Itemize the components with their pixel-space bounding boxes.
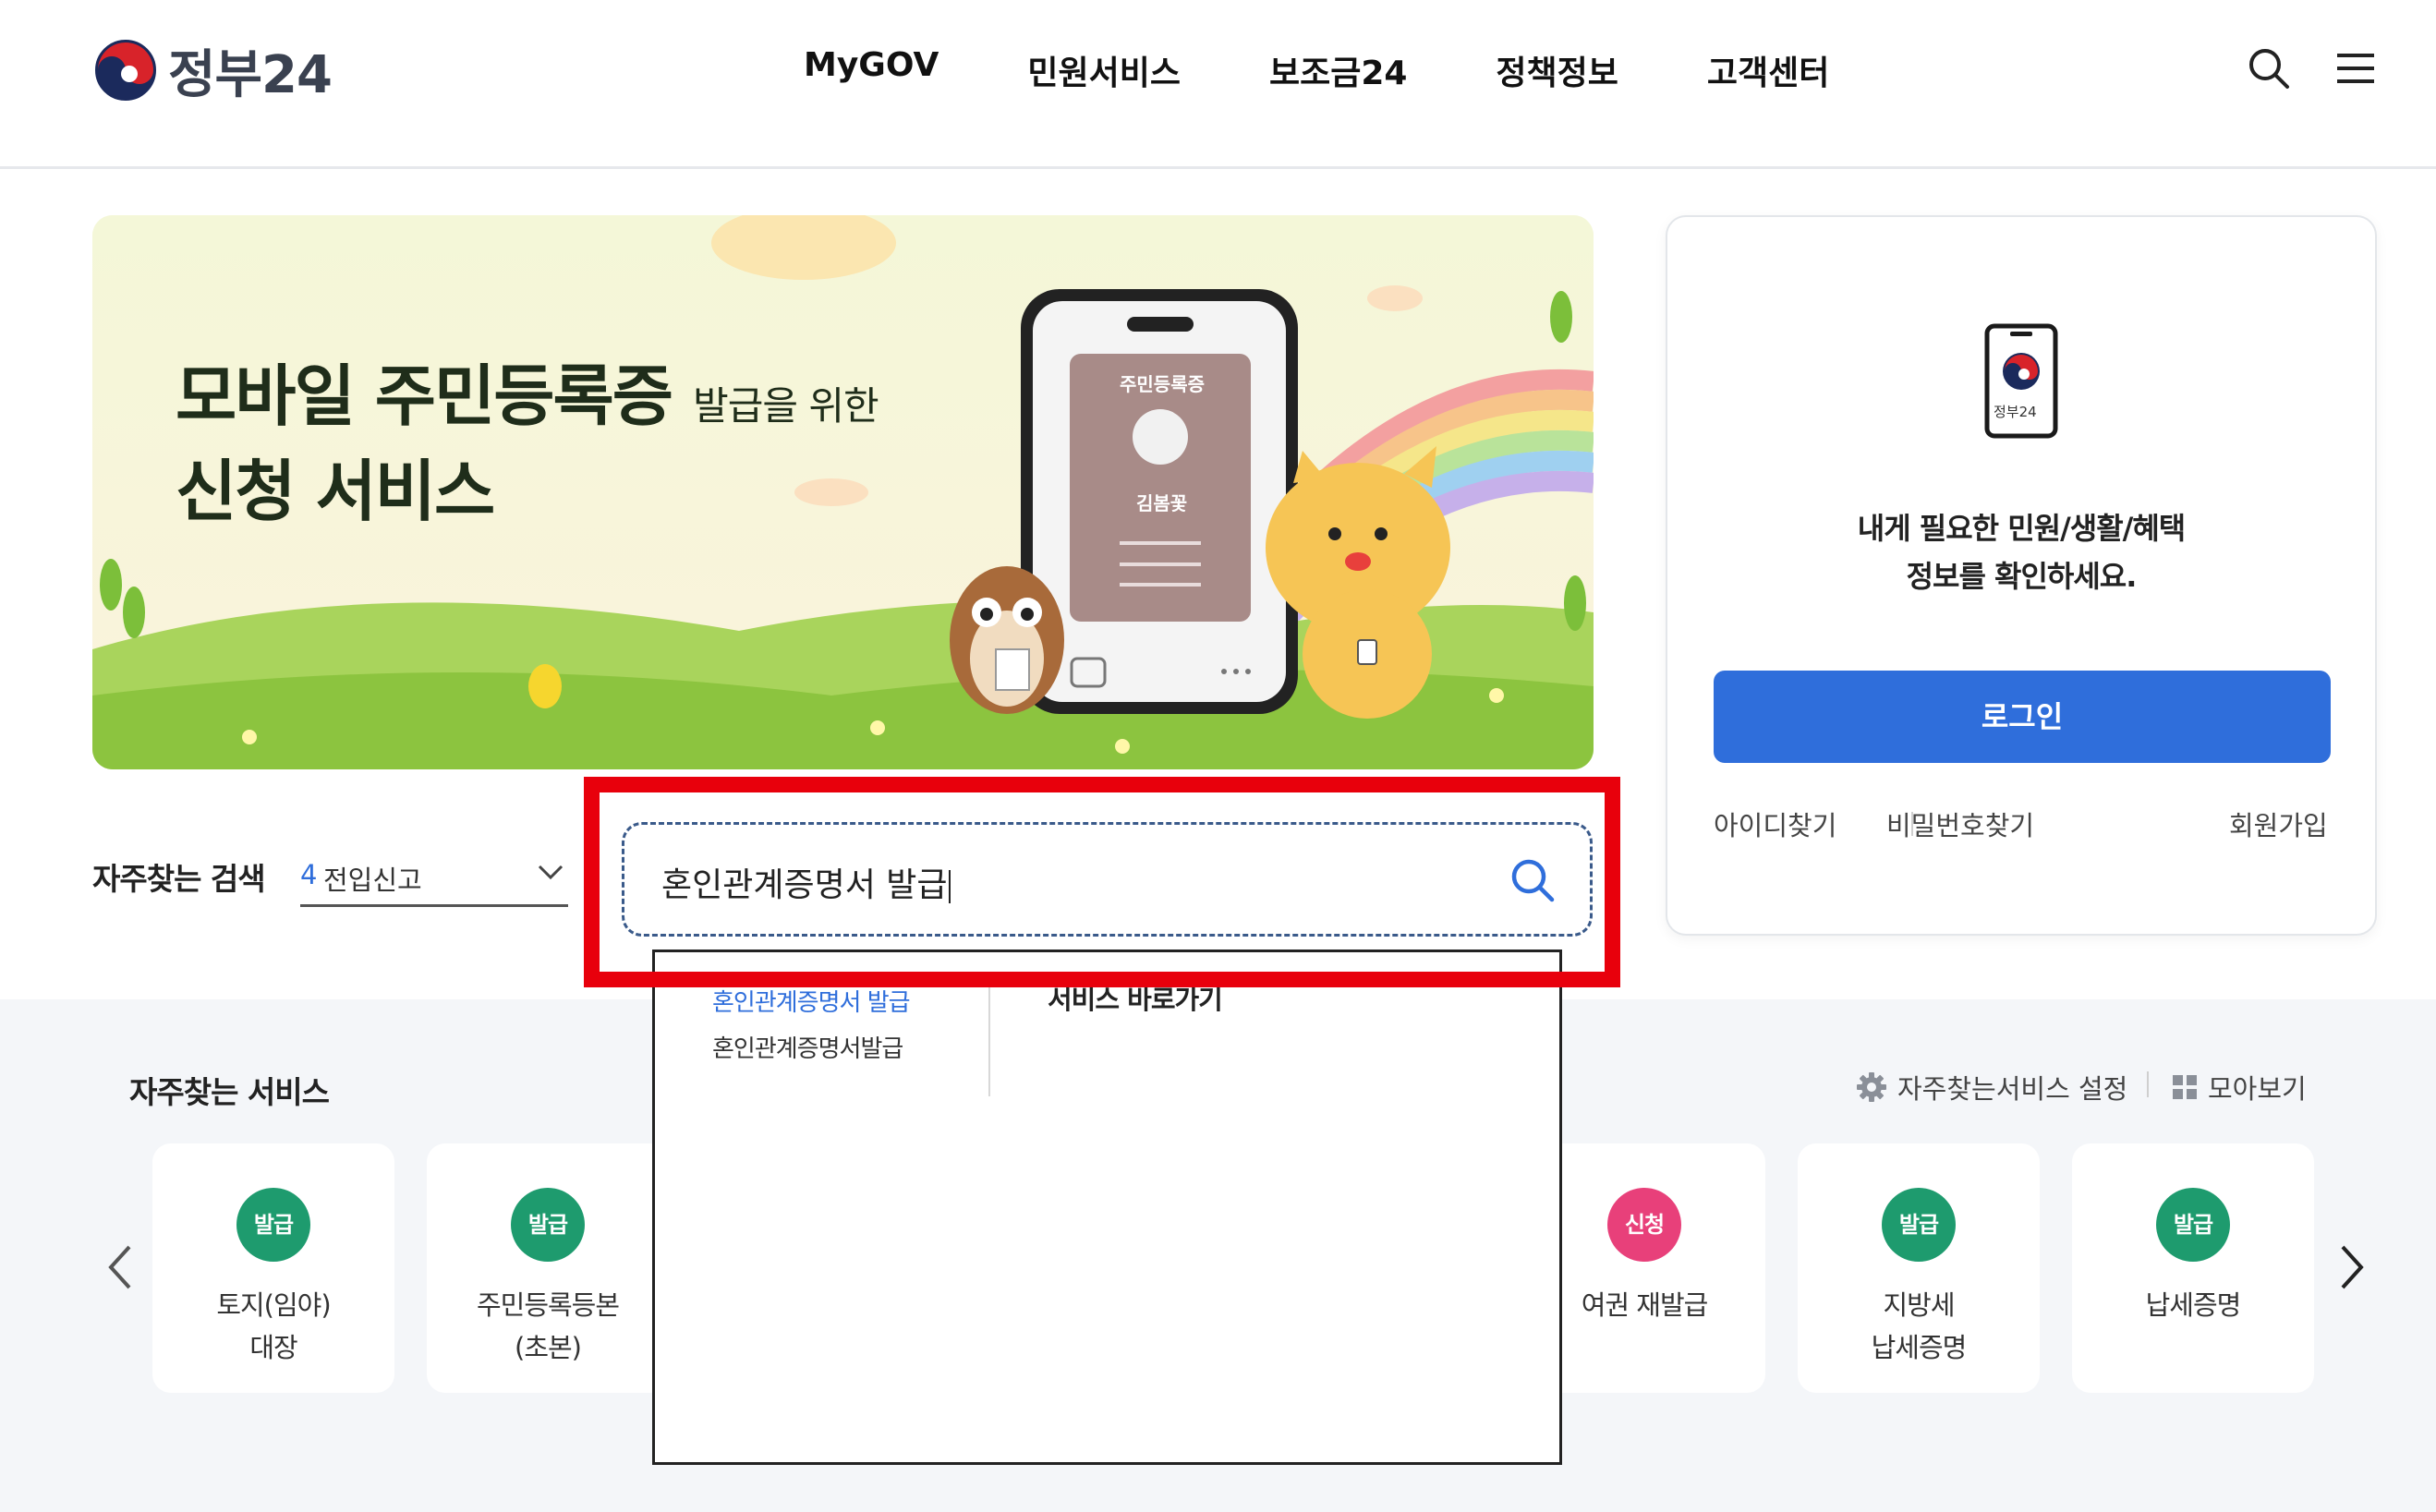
carousel-prev-arrow-icon[interactable]	[102, 1240, 139, 1295]
login-links: 아이디찾기 비밀번호찾기 회원가입	[1714, 804, 2331, 851]
nav-subsidy24[interactable]: 보조금24	[1269, 46, 1407, 94]
login-button[interactable]: 로그인	[1714, 671, 2331, 763]
services-link-divider	[2147, 1071, 2149, 1097]
autocomplete-suggestion[interactable]: 혼인관계증명서발급	[712, 1030, 903, 1064]
service-name: 토지(임야) 대장	[152, 1284, 394, 1369]
service-name-line2: 대장	[249, 1332, 297, 1363]
gear-icon	[1857, 1072, 1886, 1102]
service-name-line1: 여권 재발급	[1581, 1289, 1709, 1321]
search-icon[interactable]	[1507, 854, 1558, 906]
service-name-line1: 주민등록등본	[476, 1289, 620, 1321]
view-all-link[interactable]: 모아보기	[2171, 1068, 2307, 1107]
service-card-resident-register[interactable]: 발급 주민등록등본 (초본)	[427, 1143, 669, 1393]
find-id-link[interactable]: 아이디찾기	[1714, 804, 1836, 843]
view-all-label: 모아보기	[2208, 1073, 2307, 1105]
promo-banner[interactable]: 모바일 주민등록증 발급을 위한 신청 서비스 주민등록증 김봄꽃	[92, 215, 1594, 769]
mobile-id-icon-label: 정부24	[1994, 404, 2037, 420]
frequent-search-keyword: 전입신고	[323, 865, 422, 896]
nav-policy-info[interactable]: 정책정보	[1496, 46, 1618, 94]
autocomplete-dropdown: 혼인관계증명서 발급 혼인관계증명서발급 서비스 바로가기	[652, 950, 1562, 1465]
login-message-line1: 내게 필요한 민원/생활/혜택	[1857, 511, 2187, 546]
service-card-land-register[interactable]: 발급 토지(임야) 대장	[152, 1143, 394, 1393]
signup-link[interactable]: 회원가입	[2229, 804, 2328, 843]
service-name-line1: 토지(임야)	[216, 1289, 331, 1321]
nav-civil-service[interactable]: 민원서비스	[1027, 46, 1181, 94]
autocomplete-divider	[988, 980, 990, 1096]
taegeuk-logo-icon	[93, 38, 158, 103]
search-input[interactable]: 혼인관계증명서 발급	[661, 858, 951, 906]
issue-badge: 발급	[1882, 1188, 1956, 1262]
banner-title-small: 발급을 위한	[693, 383, 879, 429]
issue-badge: 발급	[511, 1188, 585, 1262]
nav-mygov[interactable]: MyGOV	[804, 46, 939, 94]
search-icon[interactable]	[2247, 46, 2291, 91]
site-header: 정부24 MyGOV 민원서비스 보조금24 정책정보 고객센터	[0, 0, 2436, 169]
banner-title-line2: 신청 서비스	[176, 453, 495, 530]
main-nav: MyGOV 민원서비스 보조금24 정책정보 고객센터	[804, 46, 1918, 94]
phone-card-label: 주민등록증	[1120, 373, 1205, 395]
mobile-id-icon	[1984, 323, 2058, 439]
logo-text: 정부24	[168, 44, 333, 105]
autocomplete-suggestion[interactable]: 혼인관계증명서 발급	[712, 984, 911, 1018]
chevron-down-icon	[538, 865, 564, 880]
banner-title-main: 모바일 주민등록증	[176, 357, 673, 435]
login-message-line2: 정보를 확인하세요.	[1906, 559, 2138, 594]
gov24-logo[interactable]: 정부24	[92, 35, 333, 105]
service-name-line2: (초본)	[515, 1332, 582, 1363]
login-card: 정부24 내게 필요한 민원/생활/혜택 정보를 확인하세요. 로그인 아이디찾…	[1666, 215, 2377, 936]
apply-badge: 신청	[1607, 1188, 1681, 1262]
service-name: 주민등록등본 (초본)	[427, 1284, 669, 1369]
carousel-next-arrow-icon[interactable]	[2333, 1240, 2370, 1295]
nav-customer-center[interactable]: 고객센터	[1707, 46, 1829, 94]
service-card-tax-certificate[interactable]: 발급 납세증명	[2072, 1143, 2314, 1393]
service-name-line1: 지방세	[1883, 1289, 1955, 1321]
frequent-search-rank: 4	[300, 859, 318, 890]
service-card-local-tax-certificate[interactable]: 발급 지방세 납세증명	[1798, 1143, 2040, 1393]
phone-card-name: 김봄꽃	[1136, 492, 1188, 514]
service-name-line2: 납세증명	[1871, 1332, 1968, 1363]
settings-label: 자주찾는서비스 설정	[1897, 1073, 2128, 1105]
frequent-services-heading: 자주찾는 서비스	[129, 1074, 330, 1110]
grid-icon	[2173, 1075, 2197, 1099]
hamburger-menu-icon[interactable]	[2335, 48, 2376, 89]
frequent-search-dropdown[interactable]: 4 전입신고	[300, 850, 568, 907]
frequent-search-label: 자주찾는 검색	[92, 861, 266, 897]
service-name-line1: 납세증명	[2145, 1289, 2242, 1321]
service-name: 납세증명	[2072, 1284, 2314, 1326]
find-password-link[interactable]: 비밀번호찾기	[1886, 804, 2034, 843]
issue-badge: 발급	[236, 1188, 310, 1262]
search-bar[interactable]: 혼인관계증명서 발급	[622, 822, 1593, 937]
issue-badge: 발급	[2156, 1188, 2230, 1262]
frequent-services-settings-link[interactable]: 자주찾는서비스 설정	[1855, 1068, 2127, 1107]
banner-title: 모바일 주민등록증 발급을 위한 신청 서비스	[176, 354, 879, 534]
service-name: 지방세 납세증명	[1798, 1284, 2040, 1369]
